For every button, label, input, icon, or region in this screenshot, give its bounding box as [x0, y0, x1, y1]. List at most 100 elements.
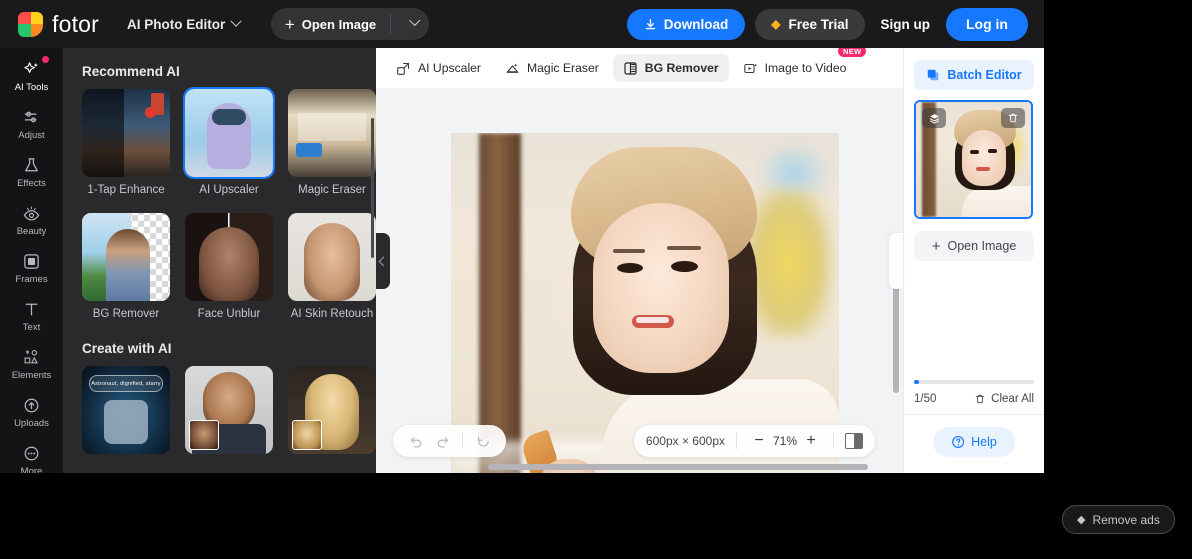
rail-item-ai-tools[interactable]: AI Tools: [0, 52, 63, 100]
tool-card-1-tap-enhance[interactable]: 1-Tap Enhance: [82, 89, 170, 199]
compare-icon[interactable]: [845, 433, 863, 449]
create-card-ai-art[interactable]: Astronaut, dignified, starry: [82, 366, 170, 455]
chevron-down-icon: [408, 14, 420, 27]
tool-card-face-unblur[interactable]: Face Unblur: [185, 212, 273, 323]
rail-label: More: [20, 465, 43, 473]
chevron-down-icon: [230, 15, 242, 27]
zoom-in-button[interactable]: +: [800, 430, 822, 452]
create-card-face-swap[interactable]: [185, 366, 273, 455]
thumbnail: [185, 366, 273, 455]
expand-right-panel-handle[interactable]: [889, 233, 903, 289]
clear-all-button[interactable]: Clear All: [974, 393, 1034, 405]
zoom-out-button[interactable]: −: [748, 430, 770, 452]
thumbnail: [82, 212, 170, 301]
batch-editor-label: Batch Editor: [947, 68, 1022, 82]
image-thumbnail-card[interactable]: [914, 100, 1033, 219]
tool-card-ai-skin-retouch[interactable]: AI Skin Retouch: [288, 212, 376, 323]
collapse-left-panel-handle[interactable]: [376, 233, 390, 289]
open-image-split-button[interactable]: + Open Image: [271, 8, 429, 40]
image-count: 1/50: [914, 393, 937, 405]
sign-up-button[interactable]: Sign up: [875, 17, 937, 32]
upscale-icon: [396, 61, 411, 76]
notification-dot: [42, 56, 49, 63]
rail-item-beauty[interactable]: Beauty: [0, 196, 63, 244]
chevron-left-icon: [378, 256, 388, 266]
editor-tabs: AI Upscaler Magic Eraser BG Remover Imag…: [376, 48, 903, 88]
thumb-eye-left: [970, 150, 979, 154]
thumbnail: [82, 89, 170, 177]
header-actions: Download ◆ Free Trial Sign up Log in: [626, 0, 1028, 48]
sliders-icon: [22, 108, 41, 128]
open-image-dropdown-button[interactable]: [391, 8, 429, 40]
remove-ads-button[interactable]: ◆ Remove ads: [1062, 505, 1175, 534]
thumbnail-layers-button[interactable]: [922, 108, 946, 128]
product-menu[interactable]: AI Photo Editor: [127, 15, 242, 32]
recommend-grid: 1-Tap Enhance AI Upscaler Magic Eraser: [82, 87, 376, 199]
divider: [904, 414, 1044, 415]
tool-card-label: Magic Eraser: [298, 184, 366, 196]
left-rail: AI Tools Adjust Effects Beauty Frames Te…: [0, 48, 63, 473]
canvas-horizontal-scrollbar[interactable]: [488, 464, 868, 470]
tab-ai-upscaler[interactable]: AI Upscaler: [386, 54, 491, 82]
create-grid: Astronaut, dignified, starry: [82, 366, 376, 455]
rail-label: Effects: [17, 177, 46, 189]
panel-scrollbar[interactable]: [371, 118, 374, 258]
create-card-headshot[interactable]: [288, 366, 376, 455]
thumbnail: [288, 89, 376, 177]
reset-button[interactable]: [470, 428, 496, 454]
thumbnail: [183, 87, 275, 179]
undo-button[interactable]: [403, 428, 429, 454]
tab-bg-remover[interactable]: BG Remover: [612, 54, 729, 82]
tab-image-to-video[interactable]: Image to Video NEW: [733, 48, 867, 82]
new-badge: NEW: [837, 48, 867, 57]
divider: [736, 433, 737, 449]
tool-card-magic-eraser[interactable]: Magic Eraser: [288, 89, 376, 199]
usage-bar: 1/50 Clear All: [914, 380, 1034, 405]
rail-item-text[interactable]: Text: [0, 292, 63, 340]
photo-subject-face: [593, 203, 729, 373]
thumbnail-delete-button[interactable]: [1001, 108, 1025, 128]
bg-remover-icon: [623, 61, 638, 76]
section-title-create: Create with AI: [82, 341, 172, 357]
zoom-toolbar: 600px × 600px − 71% +: [633, 425, 875, 457]
canvas-photo[interactable]: [451, 133, 839, 473]
tab-magic-eraser[interactable]: Magic Eraser: [495, 54, 609, 82]
tool-card-bg-remover[interactable]: BG Remover: [82, 212, 170, 323]
upload-cloud-icon: [22, 396, 41, 416]
right-open-image-label: Open Image: [947, 239, 1017, 253]
download-button[interactable]: Download: [626, 8, 746, 40]
usage-fill: [914, 380, 919, 384]
usage-row: 1/50 Clear All: [914, 393, 1034, 405]
help-button[interactable]: Help: [933, 427, 1015, 457]
canvas-dimensions: 600px × 600px: [645, 434, 725, 448]
tool-card-ai-upscaler[interactable]: AI Upscaler: [183, 87, 275, 199]
tab-label: BG Remover: [644, 61, 719, 75]
rail-item-more[interactable]: More: [0, 436, 63, 473]
editor-canvas[interactable]: 600px × 600px − 71% +: [376, 88, 903, 473]
question-circle-icon: [952, 436, 965, 448]
divider: [462, 433, 463, 449]
right-open-image-button[interactable]: + Open Image: [914, 231, 1034, 261]
brand-logo[interactable]: fotor: [18, 11, 99, 38]
batch-editor-button[interactable]: Batch Editor: [914, 60, 1034, 90]
divider: [833, 433, 834, 449]
thumb-face: [962, 130, 1006, 186]
thumb-eye-right: [988, 149, 997, 153]
rail-item-uploads[interactable]: Uploads: [0, 388, 63, 436]
plus-icon: +: [931, 237, 941, 255]
brand-name: fotor: [52, 10, 100, 37]
log-in-button[interactable]: Log in: [946, 7, 1028, 41]
open-image-button[interactable]: + Open Image: [271, 8, 390, 40]
tab-label: Magic Eraser: [527, 61, 599, 75]
sign-up-label: Sign up: [880, 16, 931, 32]
photo-background-yellow: [745, 188, 831, 338]
rail-item-adjust[interactable]: Adjust: [0, 100, 63, 148]
tool-panel: Recommend AI 1-Tap Enhance AI Upscaler M…: [63, 48, 376, 473]
rail-item-effects[interactable]: Effects: [0, 148, 63, 196]
free-trial-button[interactable]: ◆ Free Trial: [755, 8, 865, 40]
rail-item-elements[interactable]: Elements: [0, 340, 63, 388]
rail-label: Beauty: [16, 225, 47, 237]
app-header: fotor AI Photo Editor + Open Image Downl…: [0, 0, 1044, 48]
redo-button[interactable]: [429, 428, 455, 454]
rail-item-frames[interactable]: Frames: [0, 244, 63, 292]
